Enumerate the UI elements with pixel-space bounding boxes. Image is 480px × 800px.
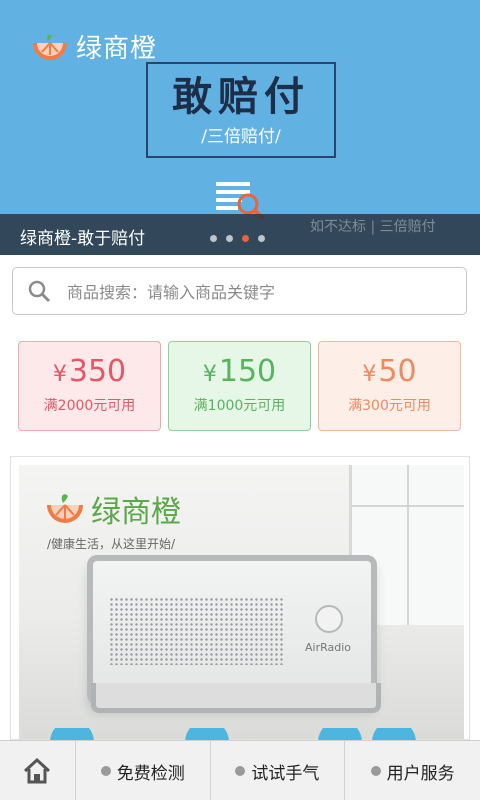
banner-subline: /三倍赔付/ — [201, 127, 281, 147]
coupon-amount: ¥350 — [19, 354, 160, 389]
brand-logo: 绿商橙 — [30, 28, 157, 65]
coupon-value: 350 — [68, 354, 127, 389]
coupon-50[interactable]: ¥50 满300元可用 — [318, 341, 461, 431]
coupon-amount: ¥50 — [319, 354, 460, 389]
nav-try-luck[interactable]: 试试手气 — [211, 741, 346, 800]
currency-symbol: ¥ — [52, 362, 67, 387]
product-logo-text: 绿商橙 — [91, 495, 181, 530]
banner-caption: 绿商橙-敢于赔付 — [20, 229, 146, 249]
device-brand: AirRadio — [305, 641, 352, 654]
coupon-amount: ¥150 — [169, 354, 310, 389]
currency-symbol: ¥ — [362, 362, 377, 387]
promo-banner[interactable]: 绿商橙 敢赔付 /三倍赔付/ 绿商橙-敢于赔付 如不达标 | 三倍赔付 — [0, 0, 480, 255]
banner-caption-right: 如不达标 | 三倍赔付 — [310, 219, 436, 235]
device-knob — [315, 605, 343, 633]
product-logo: 绿商橙 — [45, 487, 181, 531]
nav-label: 用户服务 — [386, 763, 455, 784]
currency-symbol: ¥ — [202, 362, 217, 387]
orange-logo-icon — [47, 494, 83, 523]
nav-home-button[interactable] — [0, 741, 76, 800]
bullet-icon — [100, 766, 111, 776]
coupon-150[interactable]: ¥150 满1000元可用 — [168, 341, 311, 431]
bullet-icon — [370, 766, 381, 776]
banner-headline: 敢赔付 — [158, 64, 324, 122]
search-icon — [28, 280, 51, 303]
nav-label: 免费检测 — [116, 763, 185, 784]
carousel-dot-3[interactable] — [242, 235, 249, 242]
coupon-condition: 满2000元可用 — [43, 398, 136, 414]
carousel-dot-1[interactable] — [210, 235, 217, 242]
bullet-icon — [235, 766, 246, 776]
search-input[interactable]: 商品搜索：请输入商品关键字 — [67, 279, 275, 303]
bottom-nav: 免费检测 试试手气 用户服务 — [0, 740, 480, 800]
orange-logo-icon — [33, 34, 67, 60]
coupon-value: 150 — [218, 354, 277, 389]
nav-free-test[interactable]: 免费检测 — [76, 741, 211, 800]
carousel-dot-4[interactable] — [258, 235, 265, 242]
carousel-dots[interactable] — [210, 235, 265, 242]
home-icon — [24, 757, 51, 784]
coupon-condition: 满1000元可用 — [193, 398, 286, 414]
coupon-value: 50 — [378, 354, 417, 389]
coupon-condition: 满300元可用 — [348, 398, 431, 414]
nav-user-service[interactable]: 用户服务 — [345, 741, 480, 800]
coupon-350[interactable]: ¥350 满2000元可用 — [18, 341, 161, 431]
logo-text: 绿商橙 — [76, 34, 158, 64]
product-image[interactable]: 绿商橙 /健康生活，从这里开始/ AirRadio — [19, 465, 464, 739]
carousel-dot-2[interactable] — [226, 235, 233, 242]
search-box[interactable]: 商品搜索：请输入商品关键字 — [12, 267, 467, 315]
nav-label: 试试手气 — [251, 763, 320, 784]
product-slogan: /健康生活，从这里开始/ — [47, 537, 176, 551]
device-stand — [91, 683, 381, 713]
speaker-grille — [109, 597, 285, 665]
product-card[interactable]: 绿商橙 /健康生活，从这里开始/ AirRadio — [10, 456, 470, 740]
page: 绿商橙 敢赔付 /三倍赔付/ 绿商橙-敢于赔付 如不达标 | 三倍赔付 商品搜索… — [0, 0, 480, 800]
